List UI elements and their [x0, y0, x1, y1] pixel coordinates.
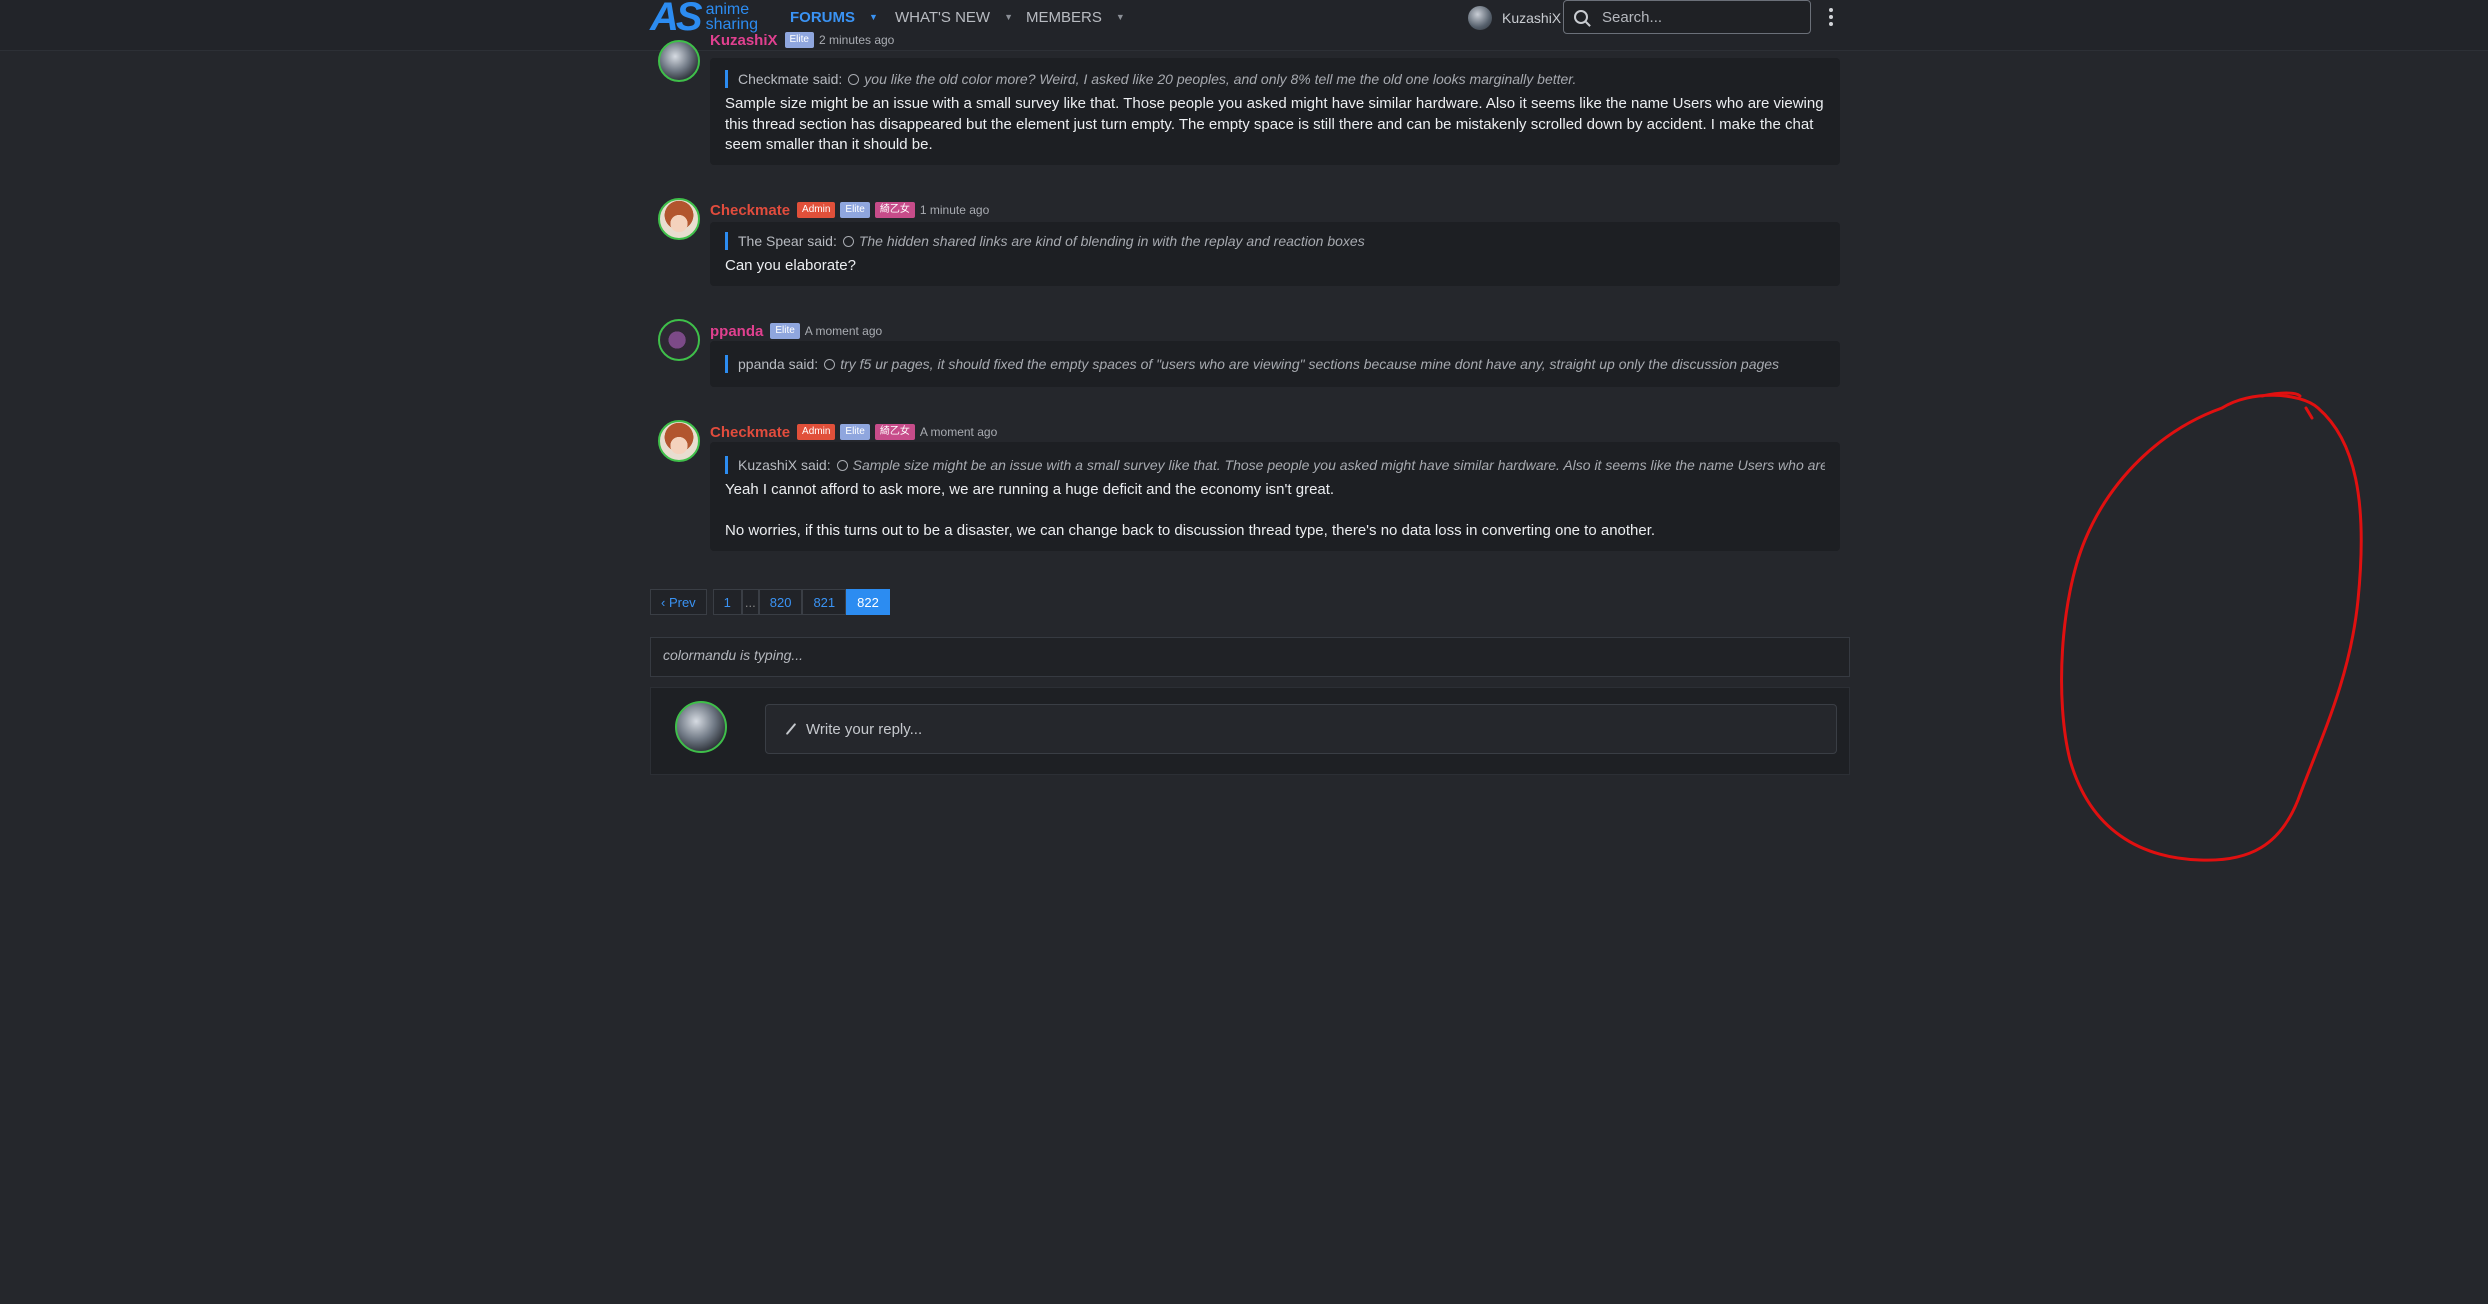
message-time[interactable]: 2 minutes ago — [819, 33, 894, 47]
message-username[interactable]: Checkmate — [710, 202, 790, 219]
admin-badge: Admin — [797, 202, 836, 218]
pencil-icon — [785, 722, 797, 736]
reply-input[interactable]: Write your reply... — [765, 704, 1837, 754]
nav-members[interactable]: MEMBERS ▼ — [1026, 0, 1125, 34]
quote-author: KuzashiX said: — [738, 457, 831, 473]
elite-badge: Elite — [784, 32, 814, 48]
avatar[interactable] — [658, 40, 700, 82]
message-time[interactable]: A moment ago — [920, 425, 997, 439]
page-link[interactable]: 821 — [802, 589, 847, 615]
avatar[interactable] — [675, 701, 727, 753]
avatar — [1468, 6, 1492, 30]
reply-placeholder: Write your reply... — [806, 720, 923, 738]
message-body: ppanda said: try f5 ur pages, it should f… — [710, 341, 1840, 387]
message-meta: Checkmate Admin Elite 綺乙女 1 minute ago — [710, 202, 989, 219]
search-input[interactable]: Search... — [1563, 0, 1811, 34]
message-text: No worries, if this turns out to be a di… — [725, 521, 1656, 539]
page-ellipsis[interactable]: ... — [741, 589, 759, 615]
jump-to-quote-icon[interactable] — [842, 236, 854, 247]
quote-author: ppanda said: — [738, 356, 819, 372]
logo-text-line2: sharing — [705, 16, 759, 33]
message-text: Yeah I cannot afford to ask more, we are… — [725, 481, 1335, 498]
quote-text: you like the old color more? Weird, I as… — [864, 71, 1577, 87]
quote-text: try f5 ur pages, it should fixed the emp… — [840, 356, 1780, 372]
message-time[interactable]: 1 minute ago — [920, 203, 989, 217]
jump-to-quote-icon[interactable] — [836, 460, 848, 471]
jump-to-quote-icon[interactable] — [824, 359, 836, 370]
quote-author: Checkmate said: — [738, 71, 843, 87]
account-username: KuzashiX — [1502, 10, 1562, 26]
avatar[interactable] — [658, 420, 700, 462]
message-body: Checkmate said: you like the old color mo… — [710, 58, 1840, 165]
message-text: Can you elaborate? — [725, 257, 856, 274]
quote-block[interactable]: KuzashiX said: Sample size might be an is… — [725, 456, 1825, 474]
page-link[interactable]: 1 — [712, 589, 742, 615]
elite-badge: Elite — [840, 424, 870, 440]
elite-badge: Elite — [770, 323, 800, 339]
message-meta: ppanda Elite A moment ago — [710, 323, 882, 340]
message-username[interactable]: ppanda — [710, 323, 763, 340]
reply-box: Write your reply... — [650, 687, 1850, 775]
chevron-down-icon[interactable]: ▼ — [1004, 12, 1013, 22]
pagination: ‹ Prev 1 ... 820 821 822 — [650, 589, 890, 615]
avatar[interactable] — [658, 198, 700, 240]
chevron-down-icon[interactable]: ▼ — [1116, 12, 1125, 22]
site-logo[interactable]: AS anime sharing — [650, 0, 759, 39]
jump-to-quote-icon[interactable] — [848, 74, 860, 85]
more-options-icon[interactable] — [1826, 4, 1836, 30]
search-icon — [1574, 10, 1588, 24]
nav-forums[interactable]: FORUMS ▼ — [790, 0, 878, 34]
quote-block[interactable]: The Spear said: The hidden shared links a… — [725, 232, 1825, 250]
quote-author: The Spear said: — [738, 233, 837, 249]
message-username[interactable]: KuzashiX — [710, 32, 778, 49]
title-badge: 綺乙女 — [874, 202, 915, 218]
elite-badge: Elite — [840, 202, 870, 218]
prev-page-button[interactable]: ‹ Prev — [650, 589, 707, 615]
nav-members-label: MEMBERS — [1026, 8, 1102, 26]
admin-badge: Admin — [797, 424, 836, 440]
account-menu[interactable]: KuzashiX — [1468, 5, 1561, 31]
logo-mark: AS — [650, 0, 703, 39]
message-time[interactable]: A moment ago — [805, 324, 882, 338]
quote-text: Sample size might be an issue with a sma… — [852, 457, 1825, 473]
typing-indicator: colormandu is typing... — [650, 637, 1850, 677]
page-link[interactable]: 820 — [758, 589, 803, 615]
search-placeholder: Search... — [1602, 8, 1663, 26]
message-meta: Checkmate Admin Elite 綺乙女 A moment ago — [710, 424, 997, 441]
quote-block[interactable]: Checkmate said: you like the old color mo… — [725, 70, 1825, 88]
nav-forums-label: FORUMS — [790, 8, 855, 26]
chevron-down-icon[interactable]: ▼ — [869, 12, 878, 22]
nav-whats-new-label: WHAT'S NEW — [895, 8, 991, 26]
message-text: Sample size might be an issue with a sma… — [725, 95, 1824, 153]
top-navigation-bar: AS anime sharing FORUMS ▼ WHAT'S NEW ▼ M… — [0, 0, 2488, 51]
message-meta: KuzashiX Elite 2 minutes ago — [710, 32, 894, 49]
logo-text-line1: anime — [705, 1, 750, 18]
avatar[interactable] — [658, 319, 700, 361]
quote-block[interactable]: ppanda said: try f5 ur pages, it should f… — [725, 355, 1825, 373]
current-page[interactable]: 822 — [846, 589, 890, 615]
title-badge: 綺乙女 — [874, 424, 915, 440]
message-body: The Spear said: The hidden shared links a… — [710, 222, 1840, 286]
nav-whats-new[interactable]: WHAT'S NEW ▼ — [895, 0, 1013, 34]
quote-text: The hidden shared links are kind of blen… — [858, 233, 1365, 249]
message-username[interactable]: Checkmate — [710, 424, 790, 441]
message-body: KuzashiX said: Sample size might be an is… — [710, 442, 1840, 551]
